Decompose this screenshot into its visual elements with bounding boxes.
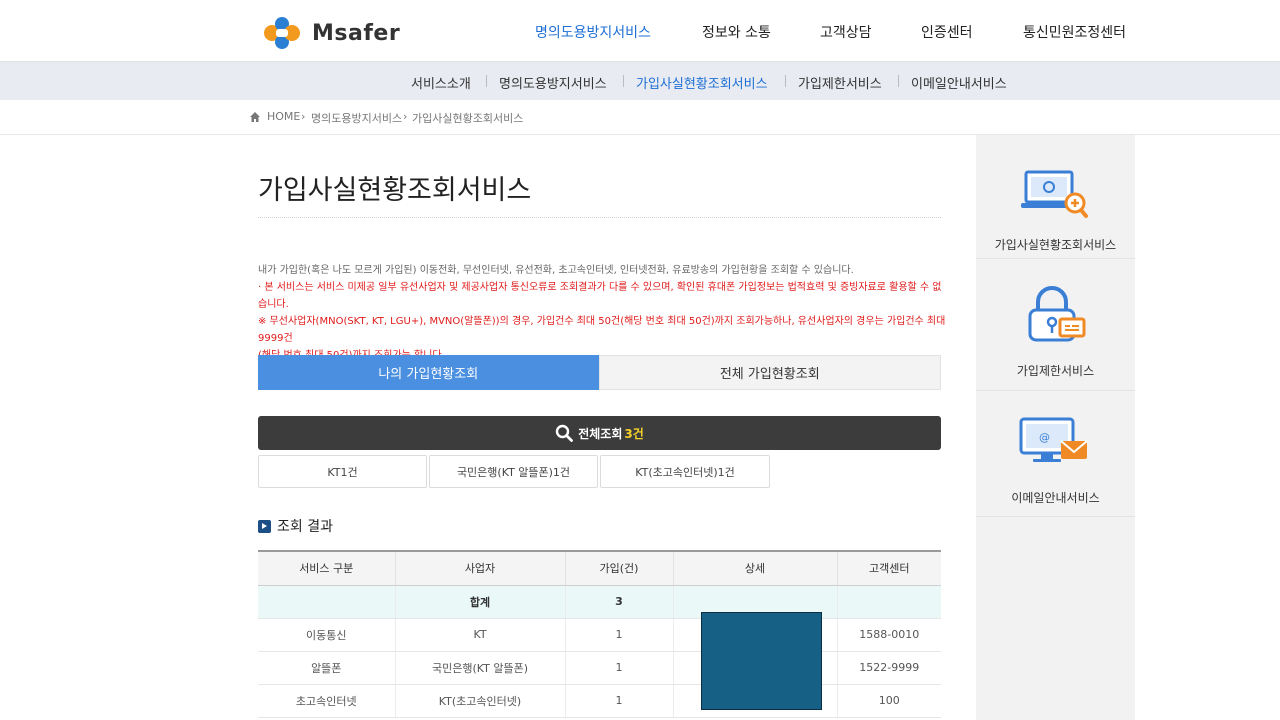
subnav-item-id-theft[interactable]: 명의도용방지서비스 <box>499 73 607 92</box>
laptop-search-icon <box>1021 170 1088 218</box>
top-header: Msafer 명의도용방지서비스 정보와 소통 고객상담 인증센터 통신민원조정… <box>0 0 1280 62</box>
chip-kb-kt-mvno[interactable]: 국민은행(KT 알뜰폰)1건 <box>429 455 598 488</box>
cell-service: 이동통신 <box>258 618 395 652</box>
cell-service: 알뜰폰 <box>258 651 395 685</box>
cell-company: 국민은행(KT 알뜰폰) <box>394 651 565 685</box>
subnav-item-restriction[interactable]: 가입제한서비스 <box>798 73 882 92</box>
sidebar-label: 가입사실현황조회서비스 <box>994 238 1117 252</box>
result-section-title: 조회 결과 <box>258 516 333 536</box>
gnb-item-id-theft-prevention[interactable]: 명의도용방지서비스 <box>535 22 651 42</box>
sub-nav: 서비스소개 명의도용방지서비스 가입사실현황조회서비스 가입제한서비스 이메일안… <box>0 62 1280 100</box>
table-row: 이동통신 KT 1 1588-0010 <box>258 618 941 652</box>
gnb-item-dispute-center[interactable]: 통신민원조정센터 <box>1023 22 1126 42</box>
result-table: 서비스 구분 사업자 가입(건) 상세 고객센터 합계 3 이동통신 KT 1 … <box>258 550 941 718</box>
chevron-right-icon: › <box>403 110 408 123</box>
desc-line: 내가 가입한(혹은 나도 모르게 가입된) 이동전화, 무선인터넷, 유선전화,… <box>258 265 854 276</box>
search-icon <box>556 424 574 442</box>
redacted-detail-box <box>701 612 822 710</box>
col-header-company: 사업자 <box>394 550 565 586</box>
cell-count: 1 <box>564 684 673 718</box>
sum-row: 합계 3 <box>258 585 941 619</box>
quick-menu-sidebar: 가입사실현황조회서비스 가입제한서비스 @ 이메일안내서비스 <box>976 135 1135 720</box>
sidebar-item-email-notice[interactable]: @ 이메일안내서비스 <box>976 393 1135 517</box>
gnb-item-info[interactable]: 정보와 소통 <box>702 22 771 42</box>
breadcrumb-current: 가입사실현황조회서비스 <box>412 112 524 125</box>
lock-icon <box>1028 286 1086 342</box>
result-title-text: 조회 결과 <box>277 519 333 535</box>
cell-company: KT(초고속인터넷) <box>394 684 565 718</box>
sum-cell-empty <box>836 585 941 619</box>
breadcrumb-home[interactable]: HOME <box>267 110 300 123</box>
subnav-divider <box>623 75 624 87</box>
cell-center: 100 <box>836 684 941 718</box>
cell-company: KT <box>394 618 565 652</box>
col-header-center: 고객센터 <box>836 550 941 586</box>
title-divider <box>258 217 941 218</box>
chip-kt[interactable]: KT1건 <box>258 455 427 488</box>
cell-center: 1588-0010 <box>836 618 941 652</box>
home-icon[interactable] <box>249 111 261 123</box>
service-description: 내가 가입한(혹은 나도 모르게 가입된) 이동전화, 무선인터넷, 유선전화,… <box>258 262 948 364</box>
cell-count: 1 <box>564 618 673 652</box>
notice-line: · 본 서비스는 서비스 미제공 일부 유선사업자 및 제공사업자 통신오류로 … <box>258 282 942 310</box>
full-lookup-count: 3건 <box>624 426 644 441</box>
tab-my-subscriptions[interactable]: 나의 가입현황조회 <box>258 355 599 390</box>
subnav-divider <box>898 75 899 87</box>
table-header-row: 서비스 구분 사업자 가입(건) 상세 고객센터 <box>258 550 941 586</box>
full-lookup-label: 전체조회 <box>578 426 623 441</box>
tab-all-subscriptions[interactable]: 전체 가입현황조회 <box>598 355 941 390</box>
sidebar-item-subscription-lookup[interactable]: 가입사실현황조회서비스 <box>976 135 1135 259</box>
gnb-item-customer[interactable]: 고객상담 <box>820 22 872 42</box>
sidebar-label: 가입제한서비스 <box>1016 364 1095 378</box>
subnav-item-intro[interactable]: 서비스소개 <box>411 73 471 92</box>
sidebar-label: 이메일안내서비스 <box>1011 491 1100 505</box>
svg-text:@: @ <box>1039 431 1050 444</box>
breadcrumb: HOME › 명의도용방지서비스 › 가입사실현황조회서비스 <box>0 100 1280 135</box>
gnb-item-auth-center[interactable]: 인증센터 <box>921 22 973 42</box>
table-row: 초고속인터넷 KT(초고속인터넷) 1 100 <box>258 684 941 718</box>
sum-cell-empty <box>258 585 395 619</box>
full-lookup-bar[interactable]: 전체조회 3건 <box>258 416 941 450</box>
subnav-divider <box>486 75 487 87</box>
cell-service: 초고속인터넷 <box>258 684 395 718</box>
cell-count: 1 <box>564 651 673 685</box>
sum-label: 합계 <box>394 585 565 619</box>
page-title: 가입사실현황조회서비스 <box>258 175 532 206</box>
sum-count: 3 <box>564 585 673 619</box>
col-header-count: 가입(건) <box>564 550 673 586</box>
lookup-tabs: 나의 가입현황조회 전체 가입현황조회 <box>258 355 941 390</box>
section-bullet-icon <box>258 519 271 533</box>
sidebar-item-restriction[interactable]: 가입제한서비스 <box>976 267 1135 391</box>
global-nav: 명의도용방지서비스 정보와 소통 고객상담 인증센터 통신민원조정센터 <box>0 22 1280 44</box>
subnav-item-email-notice[interactable]: 이메일안내서비스 <box>911 73 1007 92</box>
col-header-service: 서비스 구분 <box>258 550 395 586</box>
notice-line: ※ 무선사업자(MNO(SKT, KT, LGU+), MVNO(알뜰폰))의 … <box>258 316 946 344</box>
monitor-mail-icon: @ <box>1019 417 1088 462</box>
subnav-divider <box>785 75 786 87</box>
cell-center: 1522-9999 <box>836 651 941 685</box>
breadcrumb-id-theft[interactable]: 명의도용방지서비스 <box>311 110 402 126</box>
subnav-item-subscription-lookup[interactable]: 가입사실현황조회서비스 <box>636 73 768 92</box>
col-header-detail: 상세 <box>672 550 837 586</box>
chip-kt-internet[interactable]: KT(초고속인터넷)1건 <box>600 455 770 488</box>
chevron-right-icon: › <box>301 110 306 123</box>
table-row: 알뜰폰 국민은행(KT 알뜰폰) 1 1522-9999 <box>258 651 941 685</box>
